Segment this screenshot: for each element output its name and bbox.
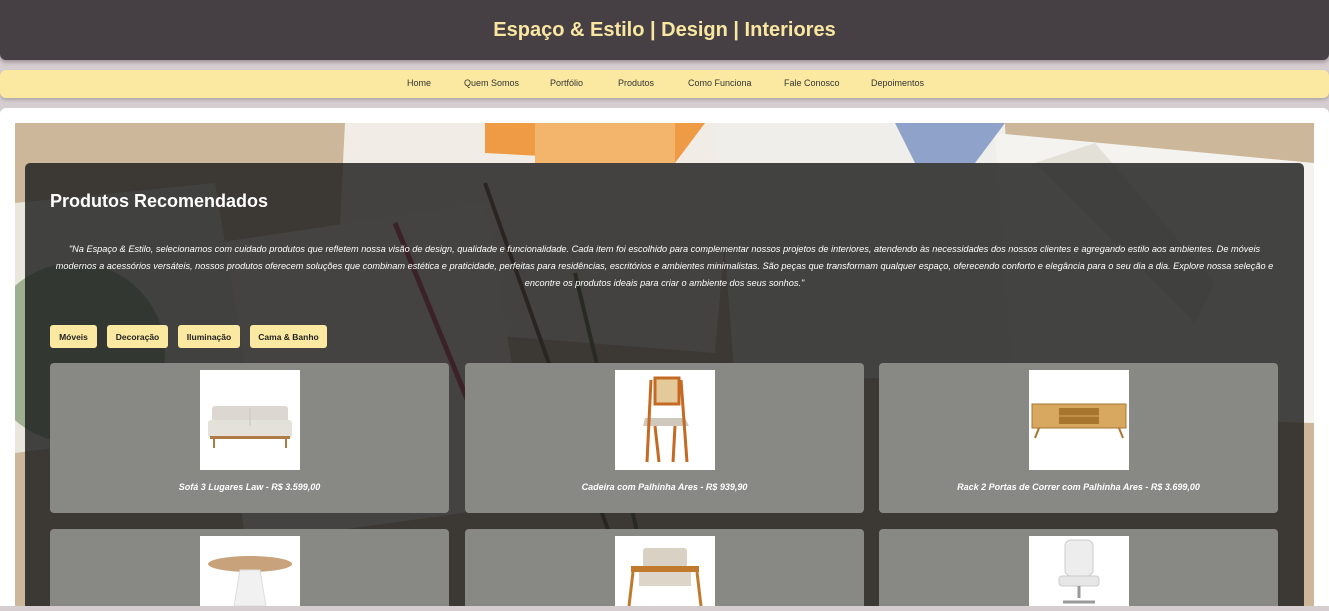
site-header: Espaço & Estilo | Design | Interiores [0,0,1329,60]
product-caption: Sofá 3 Lugares Law - R$ 3.599,00 [178,482,321,492]
product-image [615,536,715,607]
product-image [615,370,715,470]
armchair-icon [627,548,703,607]
intro-paragraph: "Na Espaço & Estilo, selecionamos com cu… [55,244,1274,288]
nav-item-home[interactable]: Home [407,78,431,88]
section-title: Produtos Recomendados [50,191,269,211]
tv-rack-icon [1031,403,1127,439]
round-table-icon [208,556,292,607]
nav-item-depoimentos[interactable]: Depoimentos [871,78,924,88]
site-title: Espaço & Estilo | Design | Interiores [493,18,836,41]
product-image [1029,370,1129,470]
nav-item-fale-conosco[interactable]: Fale Conosco [784,78,840,88]
filter-cama-banho-button[interactable]: Cama & Banho [250,325,327,348]
nav-item-quem-somos[interactable]: Quem Somos [464,78,519,88]
product-card[interactable]: Rack 2 Portas de Correr com Palhinha Are… [879,363,1278,513]
product-card[interactable]: Cadeira com Palhinha Ares - R$ 939,90 [465,363,864,513]
office-chair-icon [1058,539,1100,604]
filter-decoracao-button[interactable]: Decoração [107,325,168,348]
product-caption: Cadeira com Palhinha Ares - R$ 939,90 [581,482,748,492]
chair-icon [643,376,689,463]
product-card[interactable] [465,529,864,607]
product-image [200,370,300,470]
main-nav: Home Quem Somos Portfólio Produtos Como … [0,70,1329,98]
filter-moveis-button[interactable]: Móveis [50,325,97,348]
product-card[interactable] [50,529,449,607]
nav-item-portfolio[interactable]: Portfólio [550,78,583,88]
product-card[interactable] [879,529,1278,606]
sofa-icon [208,406,292,448]
nav-item-produtos[interactable]: Produtos [618,78,654,88]
filter-iluminacao-button[interactable]: Iluminação [178,325,240,348]
nav-item-como-funciona[interactable]: Como Funciona [688,78,752,88]
product-image [200,536,300,607]
product-card[interactable]: Sofá 3 Lugares Law - R$ 3.599,00 [50,363,449,513]
product-image [1029,536,1129,606]
product-caption: Rack 2 Portas de Correr com Palhinha Are… [957,482,1200,492]
